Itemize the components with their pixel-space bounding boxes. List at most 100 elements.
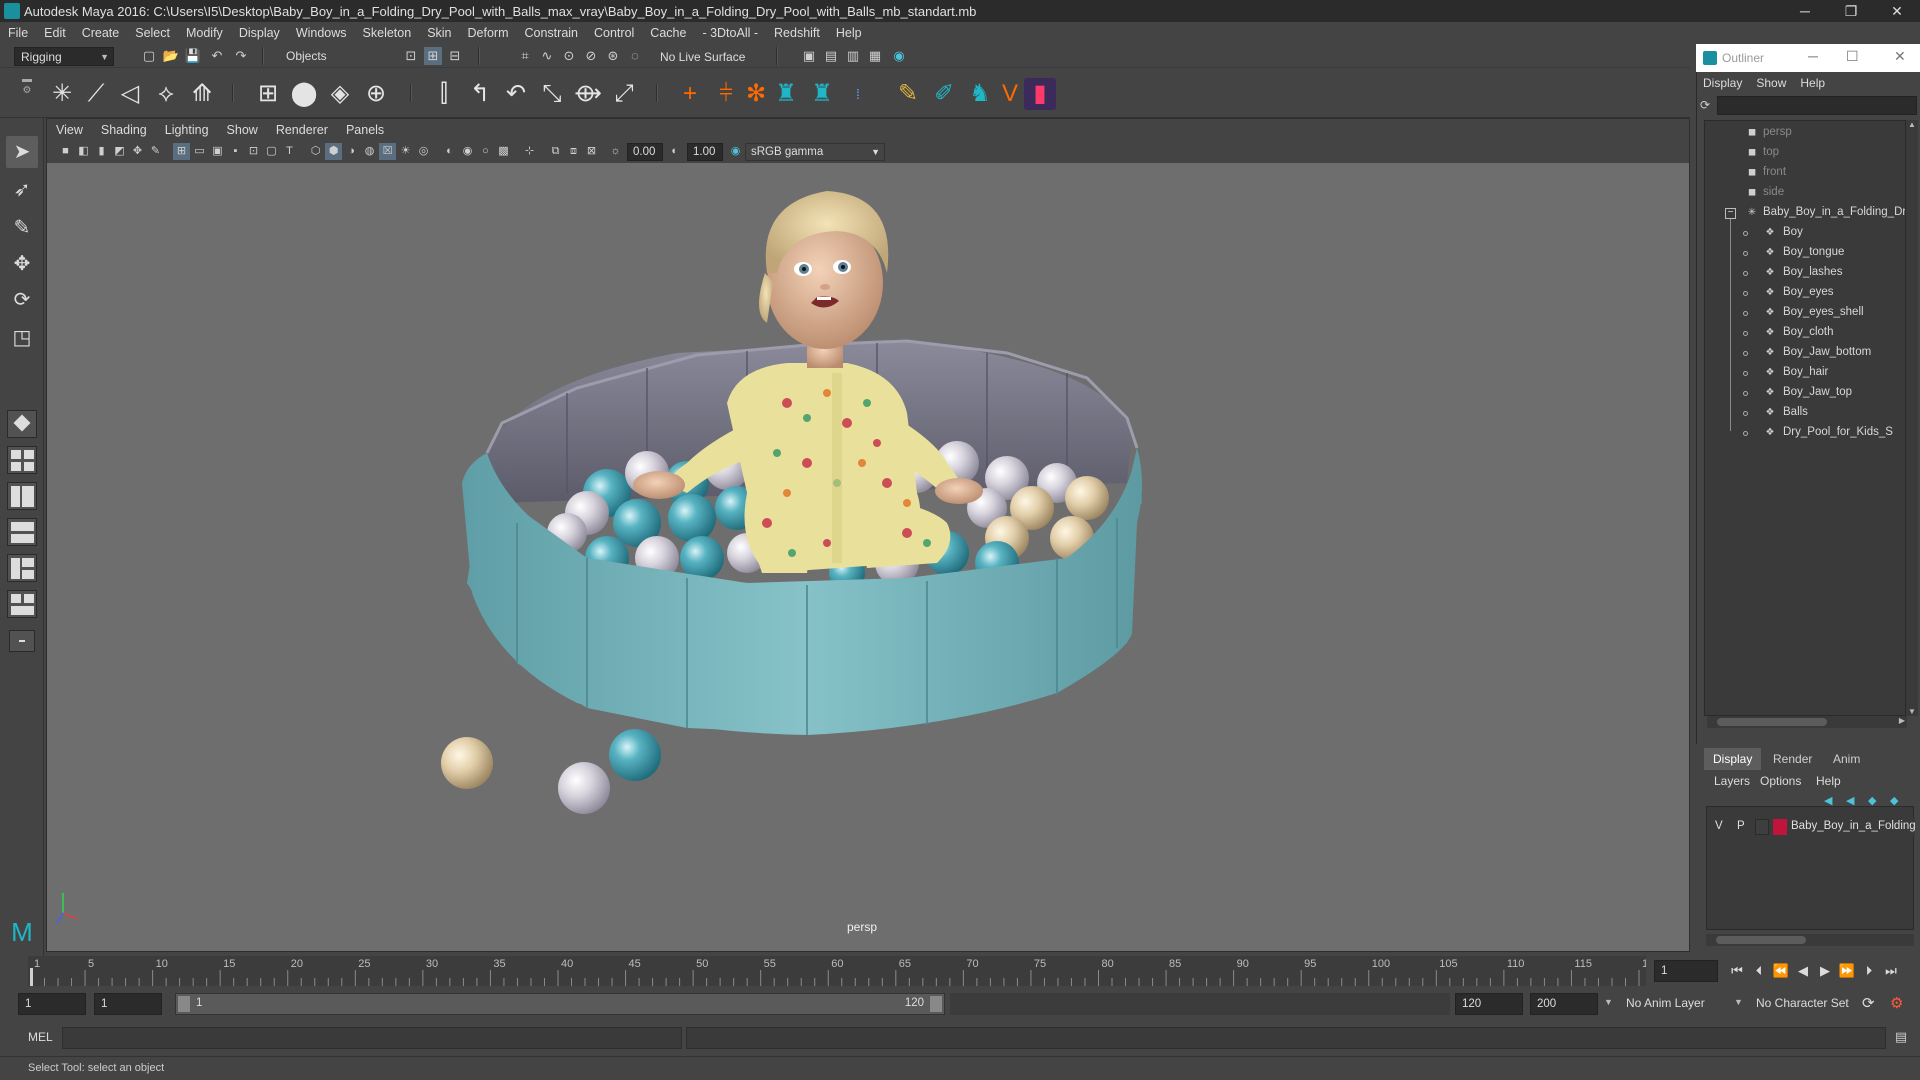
menu-file[interactable]: File bbox=[0, 26, 36, 40]
wireframe-on-shaded-icon[interactable]: ◑ bbox=[343, 143, 360, 160]
step-back-key-icon[interactable]: ⏴ bbox=[1750, 962, 1768, 980]
wire-deformer-icon[interactable]: ⊕ bbox=[360, 78, 392, 110]
render-view-icon[interactable]: ▤ bbox=[822, 47, 840, 65]
outliner-row-root-group[interactable]: − ✳ Baby_Boy_in_a_Folding_Dry_ bbox=[1705, 203, 1905, 223]
bind-skin-icon[interactable]: ⟡ bbox=[150, 78, 182, 110]
wireframe-icon[interactable]: ⬡ bbox=[307, 143, 324, 160]
snap-curve-icon[interactable]: ∿ bbox=[538, 47, 556, 65]
outliner-row-camera[interactable]: ◼ front bbox=[1705, 163, 1905, 183]
menu-help[interactable]: Help bbox=[828, 26, 870, 40]
outliner-vertical-scrollbar[interactable]: ▲ ▼ bbox=[1906, 120, 1918, 716]
wrap-deformer-icon[interactable]: ◈ bbox=[324, 78, 356, 110]
current-frame-field[interactable]: 1 bbox=[1654, 960, 1718, 982]
lattice-icon[interactable]: ⊞ bbox=[252, 78, 284, 110]
go-to-start-icon[interactable]: ⏮ bbox=[1728, 962, 1746, 980]
four-view-layout-icon[interactable] bbox=[7, 446, 37, 474]
joint-tool-icon[interactable]: ✳ bbox=[46, 78, 78, 110]
layer-reference-toggle[interactable] bbox=[1755, 819, 1769, 835]
maximize-button[interactable]: ❐ bbox=[1828, 0, 1874, 22]
outliner-row-mesh[interactable]: ❖ Boy_eyes_shell bbox=[1705, 303, 1905, 323]
gamma-icon[interactable]: ◖ bbox=[665, 143, 682, 160]
open-scene-icon[interactable]: 📂 bbox=[162, 47, 180, 65]
pole-vector-icon[interactable]: ⤢ bbox=[608, 78, 640, 110]
play-forwards-icon[interactable]: ▶ bbox=[1816, 962, 1834, 980]
snap-to-surface-icon[interactable]: ◌ bbox=[626, 47, 644, 65]
resolution-gate-icon[interactable]: ▣ bbox=[209, 143, 226, 160]
safe-action-icon[interactable]: ▢ bbox=[263, 143, 280, 160]
locator-icon[interactable]: + bbox=[674, 78, 706, 110]
outliner-menu-help[interactable]: Help bbox=[1793, 76, 1832, 90]
set-driven-key-icon[interactable]: ⫩ bbox=[710, 78, 742, 110]
layer-tab-anim[interactable]: Anim bbox=[1824, 748, 1869, 770]
auto-key-icon[interactable]: ⟳ bbox=[1862, 994, 1875, 1012]
outliner-row-mesh[interactable]: ❖ Boy_tongue bbox=[1705, 243, 1905, 263]
close-button[interactable]: ✕ bbox=[1874, 0, 1920, 22]
persp-graph-layout-icon[interactable] bbox=[7, 518, 37, 546]
lasso-tool-icon[interactable]: ➶ bbox=[6, 174, 38, 206]
point-constraint-icon[interactable]: ⫿ bbox=[428, 78, 460, 110]
menuset-dropdown[interactable]: Rigging ▼ bbox=[14, 47, 114, 66]
camera-attributes-icon[interactable]: ◧ bbox=[75, 143, 92, 160]
scrollbar-thumb[interactable] bbox=[1717, 718, 1827, 726]
scale-constraint-icon[interactable]: ⤡ bbox=[536, 78, 568, 110]
snap-grid-icon[interactable]: ⌗ bbox=[516, 47, 534, 65]
scroll-up-icon[interactable]: ▲ bbox=[1908, 120, 1916, 129]
grease-pencil-icon[interactable]: ✎ bbox=[147, 143, 164, 160]
render-settings-icon[interactable]: ▦ bbox=[866, 47, 884, 65]
motion-blur-icon[interactable]: ◐ bbox=[441, 143, 458, 160]
outliner-row-mesh[interactable]: ❖ Balls bbox=[1705, 403, 1905, 423]
range-end-handle[interactable] bbox=[930, 996, 942, 1012]
outliner-maximize-button[interactable]: ☐ bbox=[1846, 48, 1859, 65]
outliner-row-camera[interactable]: ◼ top bbox=[1705, 143, 1905, 163]
step-forward-key-icon[interactable]: ⏵ bbox=[1860, 962, 1878, 980]
menu-control[interactable]: Control bbox=[586, 26, 642, 40]
paint-select-tool-icon[interactable]: ✎ bbox=[6, 212, 38, 244]
outliner-row-mesh[interactable]: ❖ Boy_lashes bbox=[1705, 263, 1905, 283]
use-all-lights-icon[interactable]: ☒ bbox=[379, 143, 396, 160]
xray-icon[interactable]: ▩ bbox=[495, 143, 512, 160]
outliner-row-mesh[interactable]: ❖ Boy bbox=[1705, 223, 1905, 243]
backface-icon[interactable]: ⊠ bbox=[583, 143, 600, 160]
safe-title-icon[interactable]: T bbox=[281, 143, 298, 160]
orient-constraint-icon[interactable]: ↶ bbox=[500, 78, 532, 110]
range-bar[interactable]: 1 120 bbox=[175, 993, 945, 1015]
camera-icon[interactable]: ■ bbox=[57, 143, 74, 160]
playback-start-field[interactable]: 1 bbox=[94, 993, 162, 1015]
anim-layer-dropdown[interactable]: No Anim Layer bbox=[1626, 996, 1705, 1010]
outliner-row-mesh[interactable]: ❖ Boy_cloth bbox=[1705, 323, 1905, 343]
panel-menu-lighting[interactable]: Lighting bbox=[156, 123, 218, 137]
panel-menu-view[interactable]: View bbox=[47, 123, 92, 137]
step-forward-frame-icon[interactable]: ⏩ bbox=[1838, 962, 1856, 980]
color-management-icon[interactable]: ◉ bbox=[727, 143, 744, 160]
hypershade-icon[interactable]: ◉ bbox=[890, 47, 908, 65]
outliner-row-mesh[interactable]: ❖ Boy_hair bbox=[1705, 363, 1905, 383]
select-object-icon[interactable]: ⊞ bbox=[424, 47, 442, 65]
layer-menu-options[interactable]: Options bbox=[1760, 774, 1801, 788]
rotate-tool-icon[interactable]: ⟳ bbox=[6, 284, 38, 316]
single-perspective-layout-icon[interactable] bbox=[7, 410, 37, 438]
persp-outliner-layout-icon[interactable] bbox=[7, 482, 37, 510]
collapse-icon[interactable]: − bbox=[1725, 208, 1736, 219]
menu-cache[interactable]: Cache bbox=[642, 26, 694, 40]
outliner-close-button[interactable]: ✕ bbox=[1894, 48, 1906, 65]
layer-visibility-toggle[interactable]: V bbox=[1715, 820, 1723, 832]
layer-menu-layers[interactable]: Layers bbox=[1714, 774, 1750, 788]
outliner-minimize-button[interactable]: ─ bbox=[1808, 48, 1818, 64]
image-plane-icon[interactable]: ◩ bbox=[111, 143, 128, 160]
panel-menu-show[interactable]: Show bbox=[218, 123, 267, 137]
menu-3dtoall[interactable]: - 3DtoAll - bbox=[694, 26, 766, 40]
redshift-shelf-icon[interactable]: ▮ bbox=[1024, 78, 1056, 110]
3d-viewport-scene[interactable]: persp bbox=[47, 163, 1689, 951]
ik-spline-icon[interactable]: ◁ bbox=[114, 78, 146, 110]
current-time-marker[interactable] bbox=[30, 968, 33, 986]
outliner-menu-display[interactable]: Display bbox=[1696, 76, 1749, 90]
menu-redshift[interactable]: Redshift bbox=[766, 26, 828, 40]
command-input[interactable] bbox=[62, 1027, 682, 1049]
save-scene-icon[interactable]: 💾 bbox=[184, 47, 202, 65]
outliner-menu-show[interactable]: Show bbox=[1749, 76, 1793, 90]
menu-skin[interactable]: Skin bbox=[419, 26, 459, 40]
playback-end-field[interactable]: 120 bbox=[1455, 993, 1523, 1015]
move-tool-icon[interactable]: ✥ bbox=[6, 248, 38, 280]
snap-live-icon[interactable]: ⊛ bbox=[604, 47, 622, 65]
panel-menu-panels[interactable]: Panels bbox=[337, 123, 393, 137]
